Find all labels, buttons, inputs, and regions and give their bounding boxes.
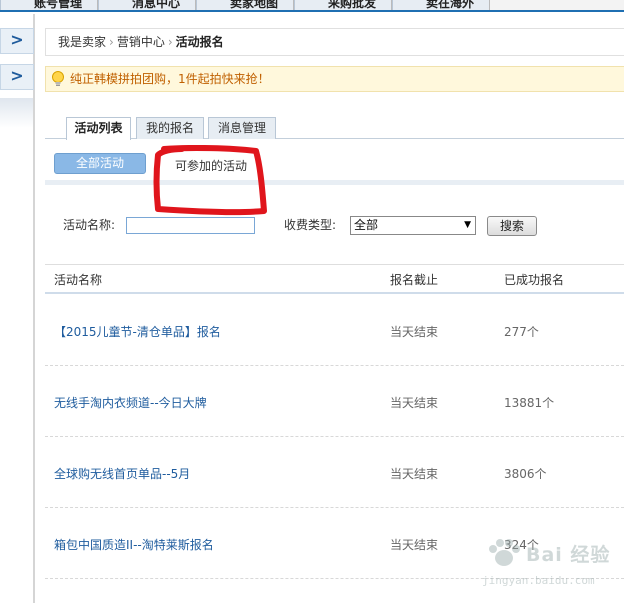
watermark-url: jingyan.baidu.com (482, 574, 595, 587)
activity-name-link[interactable]: 全球购无线首页单品--5月 (54, 465, 190, 482)
fee-type-selected-value: 全部 (354, 218, 379, 232)
dropdown-arrow-icon: ▼ (464, 220, 471, 230)
lightbulb-icon (52, 71, 64, 86)
tab-bar-line (45, 138, 624, 139)
activity-registered-count: 13881个 (504, 396, 555, 410)
table-row: 无线手淘内衣频道--今日大牌 当天结束 13881个 (45, 366, 624, 437)
breadcrumb-separator: › (109, 35, 114, 49)
top-nav-tab-messages[interactable]: 消息中心 (98, 0, 196, 10)
breadcrumb: 我是卖家 › 营销中心 › 活动报名 (45, 28, 624, 56)
breadcrumb-item-marketing[interactable]: 营销中心 (117, 35, 165, 49)
activity-deadline: 当天结束 (390, 396, 439, 410)
notice-text[interactable]: 纯正韩模拼拍团购，1件起拍快来抢！ (70, 72, 270, 86)
chevron-right-icon: > (10, 30, 24, 49)
left-rail-shade (0, 98, 33, 128)
activity-name-label: 活动名称: (63, 218, 116, 232)
filter-joinable-activities[interactable]: 可参加的活动 (175, 157, 247, 174)
watermark-text: Bai 经验 (526, 544, 611, 566)
column-header-name: 活动名称 (54, 273, 103, 287)
left-rail: > > (0, 14, 36, 603)
expand-button-1[interactable]: > (0, 28, 34, 54)
column-header-deadline: 报名截止 (390, 273, 439, 287)
activity-deadline: 当天结束 (390, 538, 439, 552)
table-header: 活动名称 报名截止 已成功报名 (45, 264, 624, 294)
breadcrumb-current: 活动报名 (175, 35, 224, 49)
top-nav-tab-account[interactable]: 账号管理 (0, 0, 98, 10)
table-row: 全球购无线首页单品--5月 当天结束 3806个 (45, 437, 624, 508)
activity-deadline: 当天结束 (390, 467, 439, 481)
activity-name-link[interactable]: 箱包中国质造II--淘特莱斯报名 (54, 536, 214, 553)
top-nav-tab-overseas[interactable]: 卖在海外 (392, 0, 490, 10)
search-button[interactable]: 搜索 (487, 216, 537, 236)
tab-activity-list[interactable]: 活动列表 (66, 117, 131, 140)
chevron-right-icon: > (10, 66, 24, 85)
activity-name-input[interactable] (126, 217, 255, 234)
filter-all-activities[interactable]: 全部活动 (54, 153, 146, 174)
activity-filter-bar: 全部活动 可参加的活动 (45, 143, 624, 185)
paw-logo-icon (489, 539, 520, 566)
activity-registered-count: 277个 (504, 325, 539, 339)
top-nav-tab-seller-map[interactable]: 卖家地图 (196, 0, 294, 10)
activity-name-link[interactable]: 无线手淘内衣频道--今日大牌 (54, 394, 207, 411)
fee-type-select[interactable]: 全部 ▼ (350, 216, 476, 235)
tab-message-management[interactable]: 消息管理 (208, 117, 276, 139)
top-nav: 账号管理 消息中心 卖家地图 采购批发 卖在海外 (0, 0, 624, 12)
table-row: 【2015儿童节-清仓单品】报名 当天结束 277个 (45, 295, 624, 366)
left-rail-divider (33, 14, 35, 603)
baidu-jingyan-watermark: Bai 经验 jingyan.baidu.com (478, 536, 624, 600)
fee-type-label: 收费类型: (284, 218, 337, 232)
notice-banner: 纯正韩模拼拍团购，1件起拍快来抢！ (45, 66, 624, 92)
top-nav-tab-wholesale[interactable]: 采购批发 (294, 0, 392, 10)
activity-registered-count: 3806个 (504, 467, 547, 481)
expand-button-2[interactable]: > (0, 64, 34, 90)
breadcrumb-separator: › (167, 35, 173, 49)
tab-my-registrations[interactable]: 我的报名 (136, 117, 204, 139)
activity-name-link[interactable]: 【2015儿童节-清仓单品】报名 (54, 323, 221, 340)
column-header-count: 已成功报名 (504, 273, 565, 287)
activity-deadline: 当天结束 (390, 325, 439, 339)
breadcrumb-item-seller[interactable]: 我是卖家 (58, 35, 106, 49)
